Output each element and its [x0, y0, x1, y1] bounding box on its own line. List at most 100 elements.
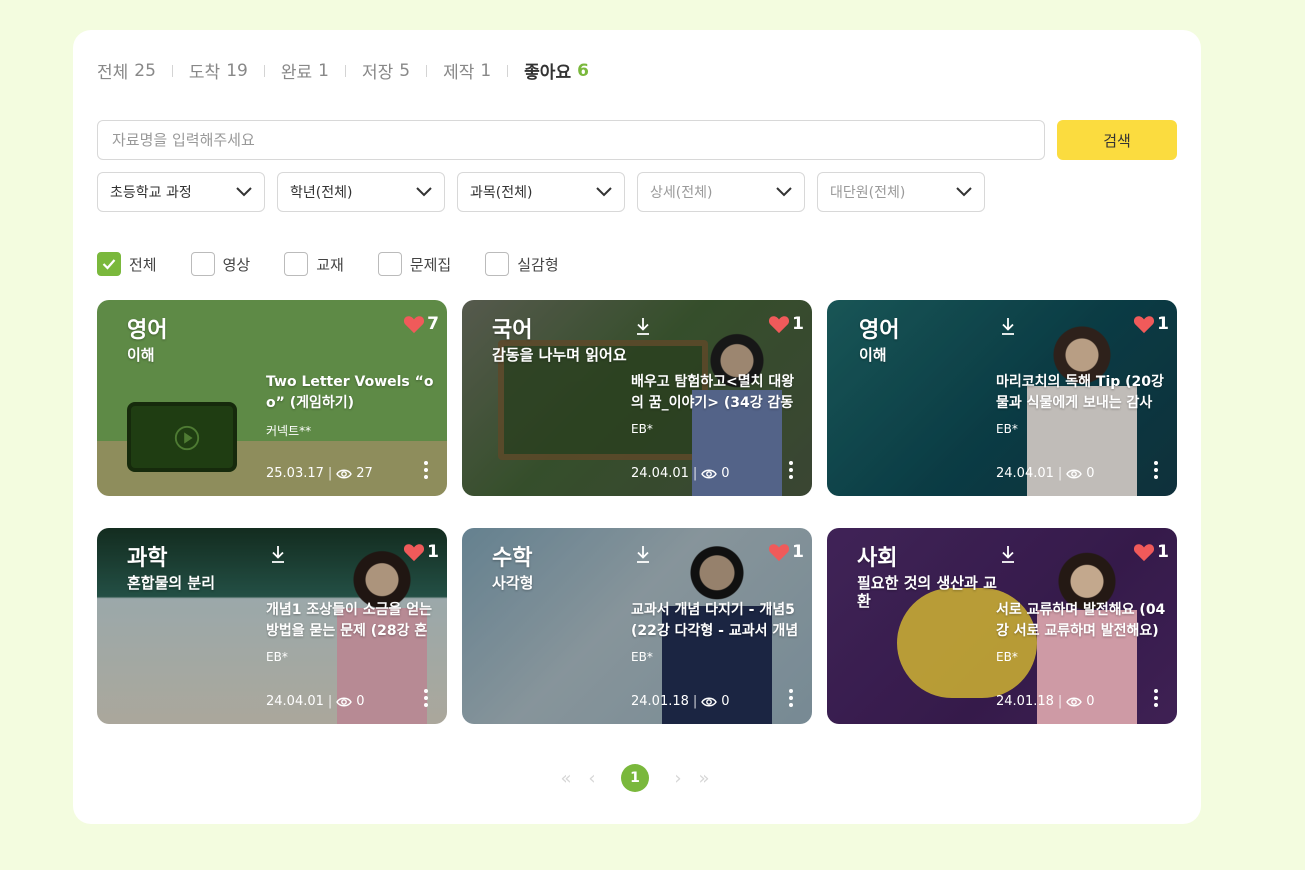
card-title[interactable]: 개념1 조상들이 소금을 얻는 방법을 묻는 문제 (28강 혼합물의 분리) — [266, 600, 438, 642]
first-page-icon[interactable]: « — [559, 768, 573, 789]
download-icon[interactable] — [269, 544, 287, 564]
subject-select[interactable]: 과목(전체) — [457, 172, 625, 212]
like-button[interactable]: 1 — [1133, 542, 1169, 562]
tab-completed[interactable]: 완료 1 — [280, 58, 329, 84]
checkbox-video[interactable]: 영상 — [190, 252, 250, 276]
last-page-icon[interactable]: » — [697, 768, 711, 789]
checkbox-all[interactable]: 전체 — [97, 252, 157, 276]
heart-icon — [404, 316, 425, 334]
content-card[interactable]: 사회 필요한 것의 생산과 교환 1 서로 교류하며 발전해요 (04강 서로 … — [827, 528, 1177, 724]
card-meta: 24.01.18 | 0 — [996, 694, 1095, 709]
checkbox-workbook[interactable]: 문제집 — [377, 252, 452, 276]
checkbox-box[interactable] — [97, 252, 121, 276]
like-button[interactable]: 1 — [768, 542, 804, 562]
prev-page-icon[interactable]: ‹ — [585, 768, 599, 789]
tab-label: 완료 — [280, 63, 313, 83]
tab-all[interactable]: 전체 25 — [97, 58, 156, 84]
tab-count: 6 — [577, 60, 589, 81]
download-icon[interactable] — [634, 316, 652, 336]
card-author: 커넥트** — [266, 424, 312, 438]
content-card[interactable]: 영어 이해 7 Two Letter Vowels “oo” (게임하기) 커넥… — [97, 300, 447, 496]
more-icon[interactable] — [423, 688, 429, 708]
select-value: 학년(전체) — [290, 185, 353, 201]
like-button[interactable]: 1 — [403, 542, 439, 562]
content-card[interactable]: 영어 이해 1 마리코치의 독해 Tip (20강 물과 식물에게 보내는 감사… — [827, 300, 1177, 496]
tab-liked[interactable]: 좋아요 6 — [524, 58, 589, 84]
card-title[interactable]: 배우고 탐험하고<멸치 대왕의 꿈_이야기> (34강 감동을 나누며 읽어요) — [631, 372, 803, 414]
select-value: 초등학교 과정 — [110, 185, 192, 201]
checkbox-box[interactable] — [284, 252, 309, 276]
eye-icon — [701, 469, 718, 478]
card-views: 0 — [356, 694, 365, 709]
card-subject: 과학 — [127, 546, 168, 571]
like-button[interactable]: 1 — [1133, 314, 1169, 334]
course-select[interactable]: 초등학교 과정 — [97, 172, 265, 212]
tab-count: 1 — [480, 60, 492, 81]
checkbox-immersive[interactable]: 실감형 — [485, 252, 559, 276]
like-button[interactable]: 7 — [403, 314, 439, 334]
tab-count: 19 — [226, 60, 248, 81]
chapter-select[interactable]: 대단원(전체) — [817, 172, 985, 212]
card-date: 24.01.18 — [631, 694, 689, 709]
checkbox-textbook[interactable]: 교재 — [284, 252, 344, 276]
heart-icon — [769, 544, 790, 562]
play-icon — [174, 425, 200, 451]
like-button[interactable]: 1 — [768, 314, 804, 334]
select-value: 대단원(전체) — [830, 185, 906, 201]
search-input[interactable] — [97, 120, 1045, 160]
card-title[interactable]: 교과서 개념 다지기 - 개념5 (22강 다각형 - 교과서 개념 다지기) — [631, 600, 803, 642]
card-author: EB* — [631, 650, 653, 664]
page-number-current[interactable]: 1 — [621, 764, 649, 792]
card-author: EB* — [996, 650, 1018, 664]
content-card[interactable]: 국어 감동을 나누며 읽어요 1 배우고 탐험하고<멸치 대왕의 꿈_이야기> … — [462, 300, 812, 496]
download-icon[interactable] — [634, 544, 652, 564]
tab-created[interactable]: 제작 1 — [443, 58, 492, 84]
checkbox-box[interactable] — [485, 252, 510, 276]
meta-divider: | — [327, 694, 333, 709]
tab-label: 좋아요 — [524, 63, 572, 83]
checkbox-box[interactable] — [377, 252, 402, 276]
tab-label: 저장 — [361, 63, 394, 83]
next-page-icon[interactable]: › — [671, 768, 685, 789]
search-button[interactable]: 검색 — [1057, 120, 1177, 160]
checkbox-label: 문제집 — [409, 255, 452, 274]
more-icon[interactable] — [788, 460, 794, 480]
detail-select[interactable]: 상세(전체) — [637, 172, 805, 212]
card-title[interactable]: 서로 교류하며 발전해요 (04강 서로 교류하며 발전해요) — [996, 600, 1168, 642]
more-icon[interactable] — [1153, 688, 1159, 708]
card-author: EB* — [266, 650, 288, 664]
content-card[interactable]: 수학 사각형 1 교과서 개념 다지기 - 개념5 (22강 다각형 - 교과서… — [462, 528, 812, 724]
tab-arrived[interactable]: 도착 19 — [189, 58, 248, 84]
checkbox-box[interactable] — [190, 252, 215, 276]
more-icon[interactable] — [423, 460, 429, 480]
content-card-grid: 영어 이해 7 Two Letter Vowels “oo” (게임하기) 커넥… — [97, 300, 1177, 724]
video-tv-icon — [127, 402, 237, 472]
meta-divider: | — [1057, 694, 1063, 709]
card-subject: 영어 — [859, 318, 900, 343]
status-tabs: 전체 25 도착 19 완료 1 저장 5 제작 1 좋아요 6 — [97, 58, 589, 84]
more-icon[interactable] — [1153, 460, 1159, 480]
select-value: 과목(전체) — [470, 185, 533, 201]
card-title[interactable]: Two Letter Vowels “oo” (게임하기) — [266, 372, 438, 414]
meta-divider: | — [1057, 466, 1063, 481]
chevron-down-icon — [596, 187, 612, 197]
grade-select[interactable]: 학년(전체) — [277, 172, 445, 212]
tab-saved[interactable]: 저장 5 — [361, 58, 410, 84]
more-icon[interactable] — [788, 688, 794, 708]
eye-icon — [1066, 469, 1083, 478]
checkbox-label: 전체 — [129, 255, 157, 274]
card-author: EB* — [631, 422, 653, 436]
card-views: 0 — [1086, 466, 1095, 481]
card-meta: 25.03.17 | 27 — [266, 466, 373, 481]
heart-icon — [404, 544, 425, 562]
card-author: EB* — [996, 422, 1018, 436]
download-icon[interactable] — [999, 316, 1017, 336]
card-meta: 24.04.01 | 0 — [631, 466, 730, 481]
download-icon[interactable] — [999, 544, 1017, 564]
content-card[interactable]: 과학 혼합물의 분리 1 개념1 조상들이 소금을 얻는 방법을 묻는 문제 (… — [97, 528, 447, 724]
chevron-down-icon — [776, 187, 792, 197]
card-date: 24.04.01 — [996, 466, 1054, 481]
tab-divider — [426, 64, 428, 77]
card-unit: 혼합물의 분리 — [127, 574, 216, 592]
card-title[interactable]: 마리코치의 독해 Tip (20강 물과 식물에게 보내는 감사 편지) — [996, 372, 1168, 414]
